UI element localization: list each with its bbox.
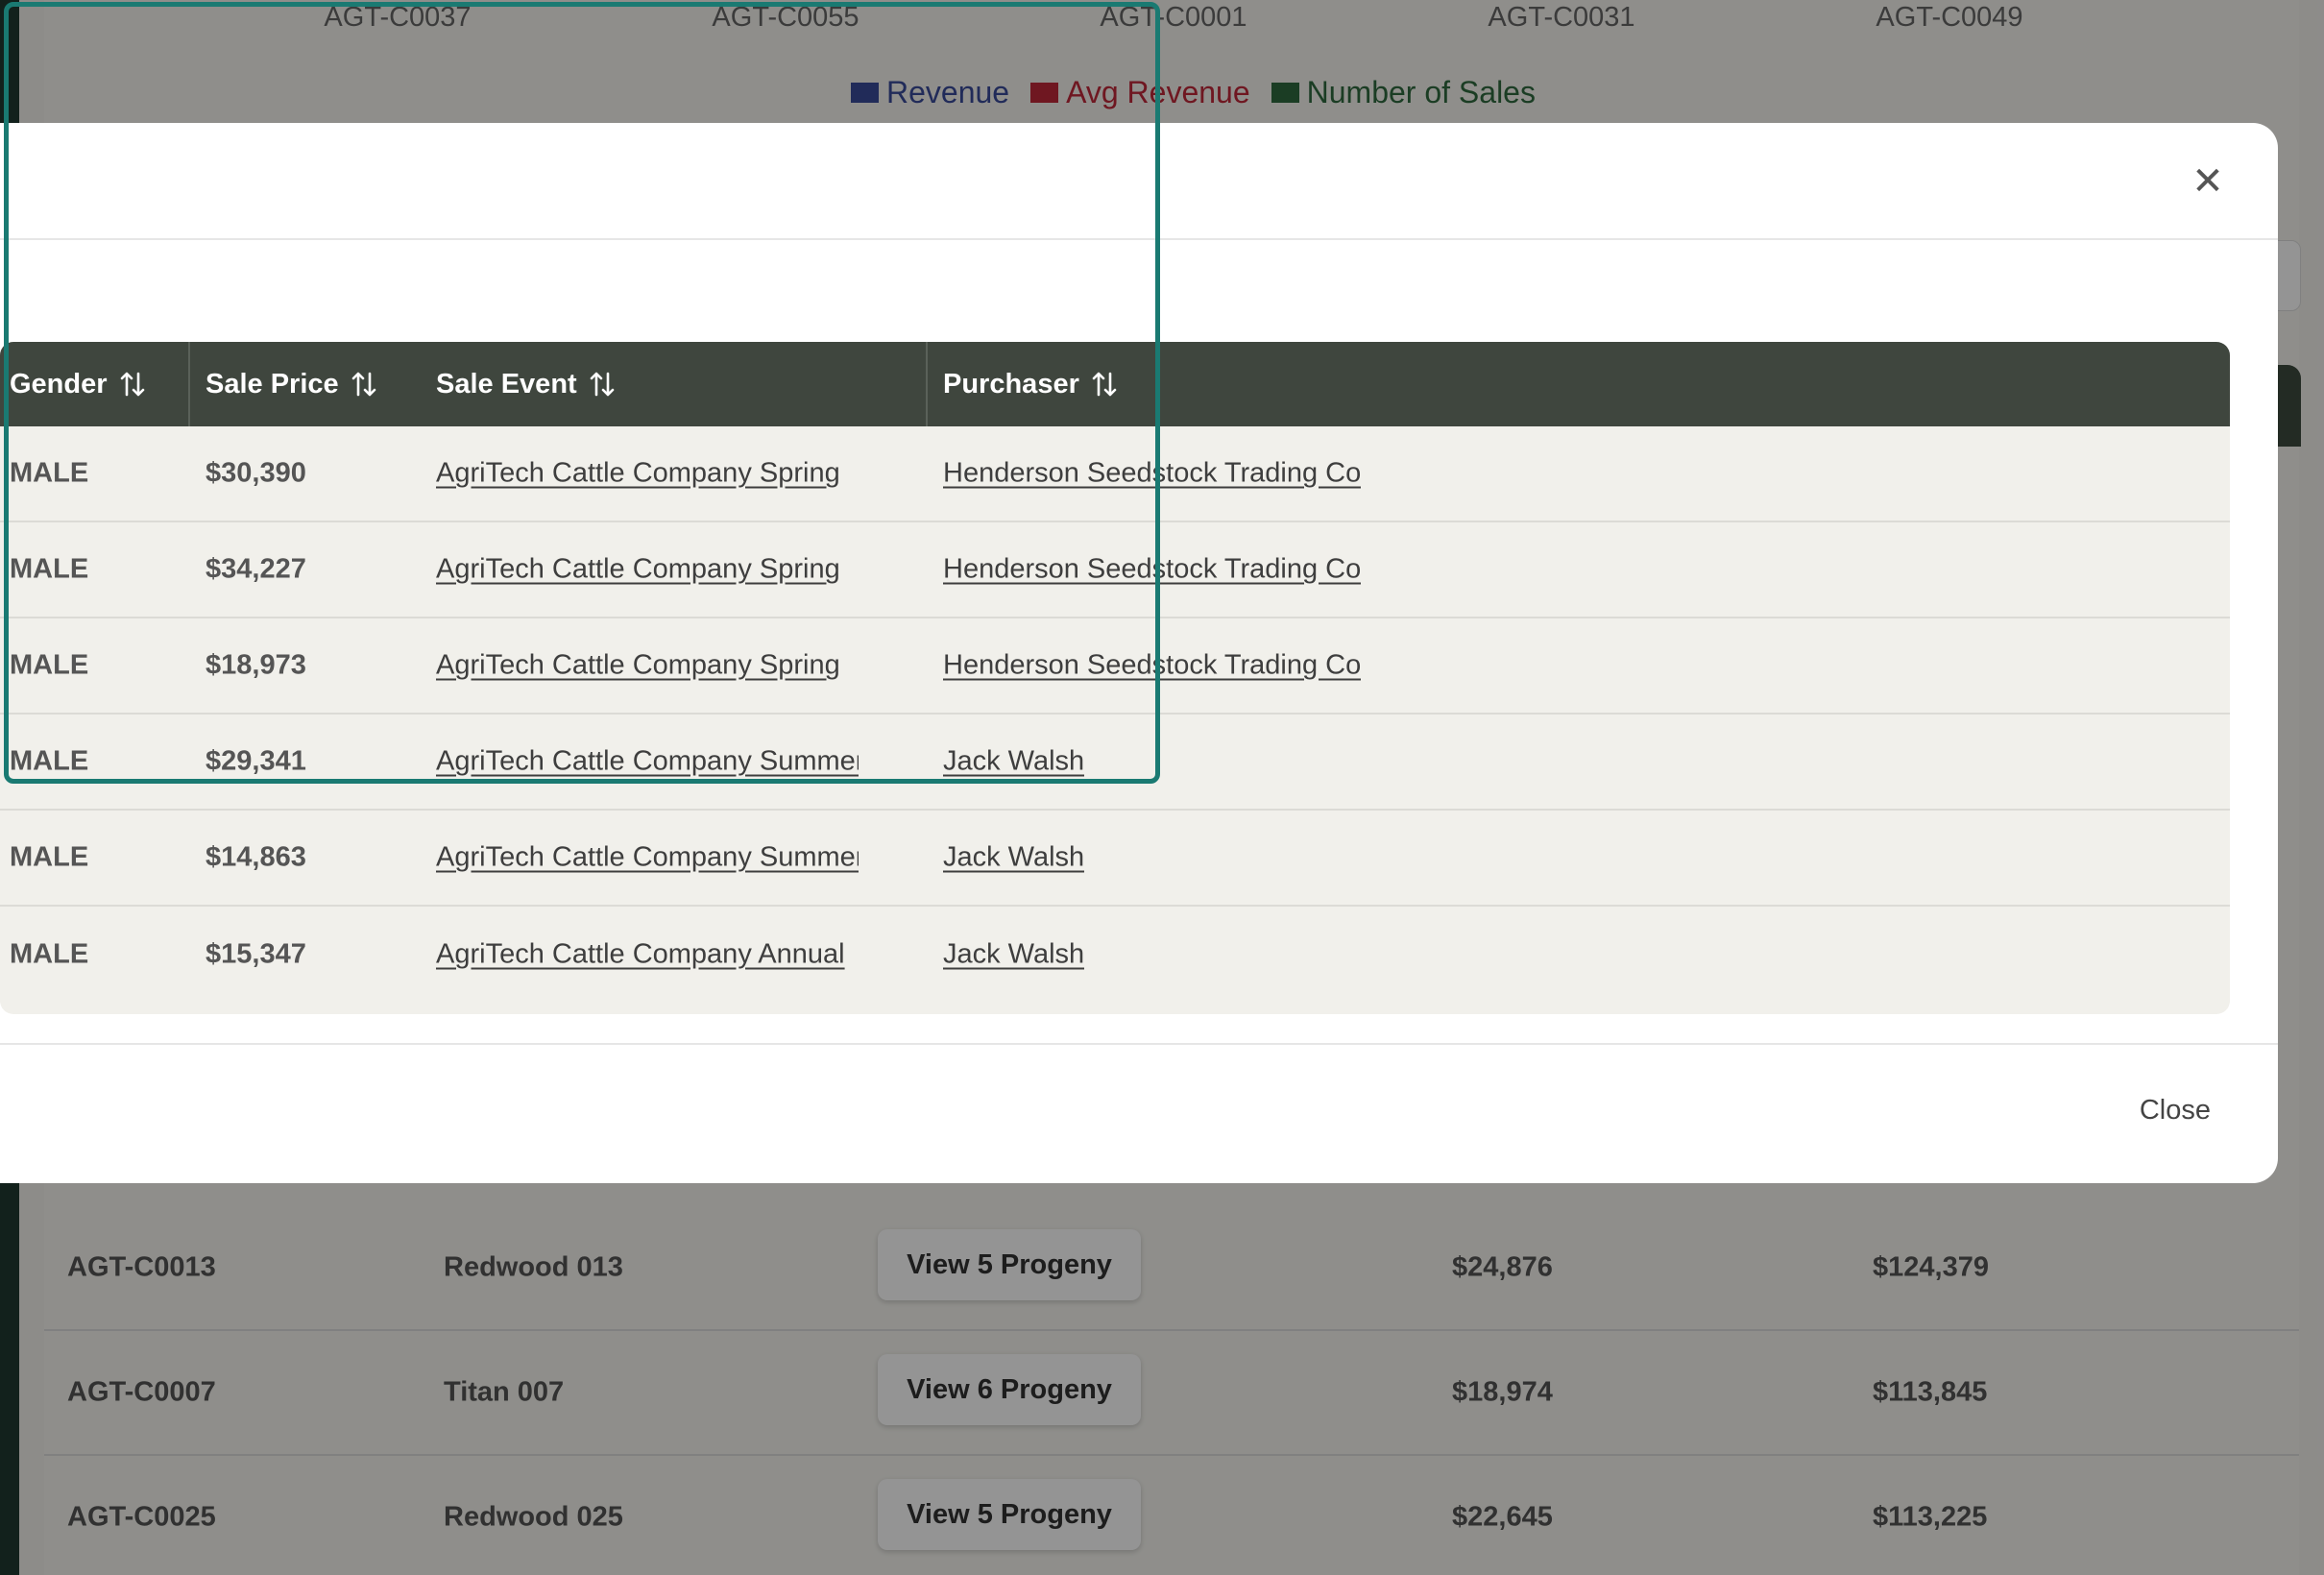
table-row: MALE $29,341 AgriTech Cattle Company Sum…	[0, 715, 2230, 811]
sale-price-cell: $15,347	[206, 938, 306, 970]
progeny-modal: ✕ Gender Sale Price Sale Event Purchaser	[0, 123, 2278, 1183]
sale-event-link[interactable]: AgriTech Cattle Company Spring	[436, 554, 859, 586]
column-header-label: Purchaser	[943, 368, 1079, 400]
table-body: MALE $30,390 AgriTech Cattle Company Spr…	[0, 426, 2230, 1003]
sale-price-cell: $29,341	[206, 745, 306, 777]
purchaser-link[interactable]: Henderson Seedstock Trading Co	[943, 554, 1361, 586]
column-header-label: Gender	[10, 368, 108, 400]
sale-price-cell: $34,227	[206, 553, 306, 585]
purchaser-link[interactable]: Henderson Seedstock Trading Co	[943, 458, 1361, 490]
gender-cell: MALE	[10, 938, 89, 970]
sale-price-cell: $14,863	[206, 841, 306, 873]
column-header-label: Sale Event	[436, 368, 577, 400]
column-divider	[926, 342, 928, 426]
modal-header: ✕	[0, 123, 2278, 240]
sale-event-link[interactable]: AgriTech Cattle Company Summer	[436, 842, 859, 874]
purchaser-link[interactable]: Jack Walsh	[943, 842, 1084, 874]
progeny-table: Gender Sale Price Sale Event Purchaser M…	[0, 342, 2230, 1014]
column-header-gender[interactable]: Gender	[10, 342, 146, 426]
gender-cell: MALE	[10, 457, 89, 489]
gender-cell: MALE	[10, 841, 89, 873]
sale-event-link[interactable]: AgriTech Cattle Company Spring	[436, 650, 859, 682]
table-row: MALE $15,347 AgriTech Cattle Company Ann…	[0, 907, 2230, 1003]
sale-event-link[interactable]: AgriTech Cattle Company Annual	[436, 939, 859, 971]
column-header-sale-event[interactable]: Sale Event	[436, 342, 616, 426]
sort-icon	[1092, 372, 1117, 397]
table-row: MALE $18,973 AgriTech Cattle Company Spr…	[0, 618, 2230, 715]
sale-price-cell: $18,973	[206, 649, 306, 681]
table-header: Gender Sale Price Sale Event Purchaser	[0, 342, 2230, 426]
column-header-label: Sale Price	[206, 368, 339, 400]
purchaser-link[interactable]: Henderson Seedstock Trading Co	[943, 650, 1361, 682]
column-header-purchaser[interactable]: Purchaser	[943, 342, 1118, 426]
gender-cell: MALE	[10, 649, 89, 681]
gender-cell: MALE	[10, 745, 89, 777]
gender-cell: MALE	[10, 553, 89, 585]
close-icon[interactable]: ✕	[2188, 161, 2228, 202]
column-header-sale-price[interactable]: Sale Price	[206, 342, 377, 426]
sort-icon	[351, 372, 375, 397]
sale-price-cell: $30,390	[206, 457, 306, 489]
purchaser-link[interactable]: Jack Walsh	[943, 939, 1084, 971]
column-divider	[188, 342, 190, 426]
sale-event-link[interactable]: AgriTech Cattle Company Spring	[436, 458, 859, 490]
sort-icon	[120, 372, 144, 397]
sort-icon	[590, 372, 614, 397]
table-row: MALE $14,863 AgriTech Cattle Company Sum…	[0, 811, 2230, 907]
purchaser-link[interactable]: Jack Walsh	[943, 746, 1084, 778]
sale-event-link[interactable]: AgriTech Cattle Company Summer	[436, 746, 859, 778]
modal-footer: Close	[0, 1043, 2278, 1183]
table-row: MALE $30,390 AgriTech Cattle Company Spr…	[0, 426, 2230, 522]
table-row: MALE $34,227 AgriTech Cattle Company Spr…	[0, 522, 2230, 618]
close-button[interactable]: Close	[2140, 1095, 2211, 1127]
